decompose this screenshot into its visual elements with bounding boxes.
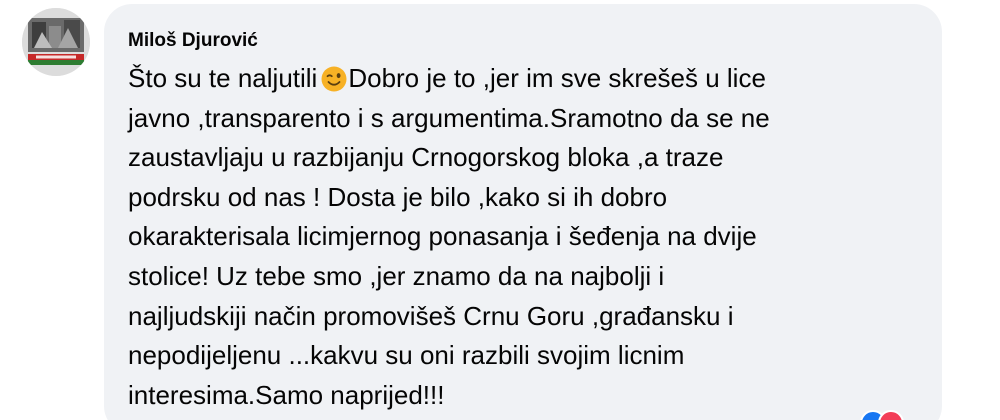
comment-line: najljudskiji način promovišeš Crnu Goru … xyxy=(128,300,734,331)
comment-line: zaustavljaju u razbijanju Crnogorskog bl… xyxy=(128,142,724,173)
comment-line: nepodijeljenu ...kakvu su oni razbili sv… xyxy=(128,340,685,371)
comment-body: Što su te naljutili Dobro je to ,jer im … xyxy=(128,59,928,415)
avatar[interactable] xyxy=(22,8,90,76)
comment-line-text: Dobro je to ,jer im sve skrešeš u lice xyxy=(348,63,766,93)
comment-line: interesima.Samo naprijed!!! xyxy=(128,379,445,410)
comment-line: okarakterisala licimjernog ponasanja i š… xyxy=(128,221,757,252)
winking-face-icon xyxy=(321,66,347,92)
comment-line: podrsku od nas ! Dosta je bilo ,kako si … xyxy=(128,181,668,212)
reaction-summary[interactable] xyxy=(860,410,916,420)
profile-picture-icon xyxy=(22,8,90,76)
comment-author-name[interactable]: Miloš Djurović xyxy=(128,30,258,52)
comment-line-text: Što su te naljutili xyxy=(128,63,318,93)
comment-thread: Miloš Djurović Što su te naljutili Dobro… xyxy=(0,0,1000,420)
comment-line: javno ,transparento i s argumentima.Sram… xyxy=(128,102,770,133)
love-icon xyxy=(878,410,904,420)
comment-line: stolice! Uz tebe smo ,jer znamo da na na… xyxy=(128,260,665,291)
comment-line: Što su te naljutili Dobro je to ,jer im … xyxy=(128,59,928,99)
